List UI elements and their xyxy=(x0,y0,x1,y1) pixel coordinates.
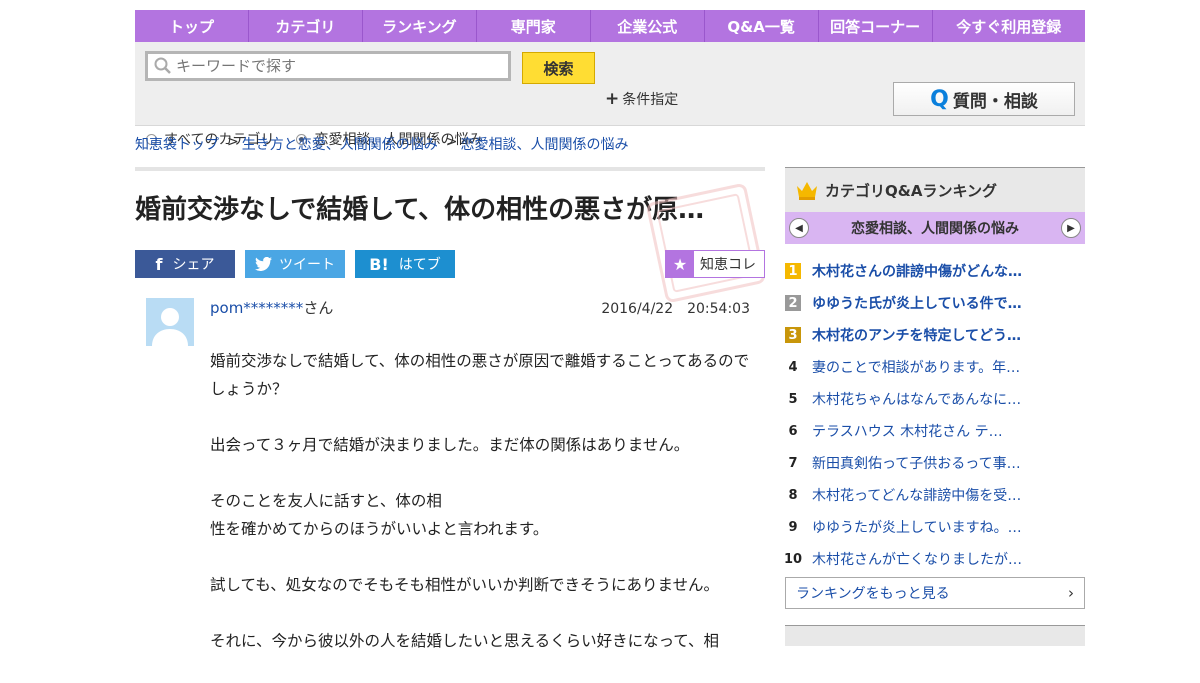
breadcrumb-current[interactable]: 恋愛相談、人間関係の悩み xyxy=(460,134,628,154)
ranking-category: 恋愛相談、人間関係の悩み xyxy=(851,221,1019,237)
facebook-share-label: シェア xyxy=(172,257,215,273)
rank-number: 10 xyxy=(783,551,803,567)
facebook-share-button[interactable]: f シェア xyxy=(135,250,235,278)
question-paragraph: 試しても、処女なのでそもそも相性がいいか判断できそうにありません。 xyxy=(210,576,720,594)
tweet-label: ツイート xyxy=(279,257,335,273)
rank-title: ゆゆうたが炎上していますね。… xyxy=(812,520,1022,536)
list-item[interactable]: 5 木村花ちゃんはなんであんなに… xyxy=(785,383,1085,415)
next-section-header xyxy=(785,625,1085,646)
search-input[interactable] xyxy=(172,56,498,76)
rank-number: 7 xyxy=(788,455,798,471)
star-icon: ★ xyxy=(666,251,694,277)
nav-experts[interactable]: 専門家 xyxy=(477,10,591,42)
question-paragraph: 婚前交渉なしで結婚して、体の相性の悪さが原因で離婚することってあるのでしょうか？ xyxy=(210,352,750,398)
divider xyxy=(135,167,765,171)
rank-number: 5 xyxy=(788,391,798,407)
breadcrumb-separator: > xyxy=(445,134,458,150)
rank-number: 6 xyxy=(788,423,798,439)
nav-answer-corner[interactable]: 回答コーナー xyxy=(819,10,933,42)
q-logo-icon: Q xyxy=(930,86,949,112)
share-bar: f シェア ツイート B! はてブ xyxy=(135,250,465,278)
tweet-button[interactable]: ツイート xyxy=(245,250,345,278)
collect-label: 知恵コレ xyxy=(700,257,756,273)
breadcrumb-parent[interactable]: 生き方と恋愛、人間関係の悩み xyxy=(242,134,438,154)
nav-top[interactable]: トップ xyxy=(135,10,249,42)
rank-number: 8 xyxy=(788,487,798,503)
rank-title: 木村花ちゃんはなんであんなに… xyxy=(812,392,1022,408)
conditions-label: 条件指定 xyxy=(622,92,679,108)
nav-ranking[interactable]: ランキング xyxy=(363,10,477,42)
hatena-label: はてブ xyxy=(398,257,441,273)
nav-official[interactable]: 企業公式 xyxy=(591,10,705,42)
breadcrumb-home[interactable]: 知恵袋トップ xyxy=(135,134,219,154)
question-main: 婚前交渉なしで結婚して、体の相性の悪さが原… f シェア ツイート B! はてブ… xyxy=(135,167,767,650)
author-suffix: さん xyxy=(303,299,334,317)
nav-qa-list[interactable]: Q&A一覧 xyxy=(705,10,819,42)
conditions-toggle[interactable]: + 条件指定 xyxy=(605,89,678,109)
resolved-stamp-icon xyxy=(645,182,767,304)
rank-title: 木村花のアンチを特定してどう… xyxy=(812,328,1022,344)
prev-category-button[interactable]: ◀ xyxy=(789,218,809,238)
question-paragraph: 出会って３ヶ月で結婚が決まりました。まだ体の関係はありません。 xyxy=(210,436,690,454)
list-item[interactable]: 3 木村花のアンチを特定してどう… xyxy=(785,319,1085,351)
author-name[interactable]: pom******** xyxy=(210,299,303,317)
search-panel: 検索 + 条件指定 Q 質問・相談 すべてのカテゴリ 恋愛相談、人間関係の悩み xyxy=(135,42,1085,148)
rank-number: 4 xyxy=(788,359,798,375)
rank-number: 9 xyxy=(788,519,798,535)
list-item[interactable]: 7 新田真剣佑って子供おるって事… xyxy=(785,447,1085,479)
post-date: 2016/4/22 20:54:03 xyxy=(601,301,750,317)
rank-title: ゆゆうた氏が炎上している件で… xyxy=(812,296,1022,312)
question-author: pom********さん xyxy=(210,297,333,318)
nav-category[interactable]: カテゴリ xyxy=(249,10,363,42)
rank-number: 1 xyxy=(785,263,801,279)
facebook-icon: f xyxy=(155,254,163,274)
rank-number: 2 xyxy=(785,295,801,311)
question-paragraph: そのことを友人に話すと、体の相 性を確かめてからのほうがいいよと言われます。 xyxy=(210,492,549,538)
list-item[interactable]: 10 木村花さんが亡くなりましたが… xyxy=(783,543,1085,575)
chevron-right-icon: › xyxy=(1068,584,1074,602)
twitter-icon xyxy=(255,257,272,271)
list-item[interactable]: 1 木村花さんの誹謗中傷がどんな… xyxy=(785,255,1085,287)
ask-label: 質問・相談 xyxy=(952,91,1038,112)
rank-number: 3 xyxy=(785,327,801,343)
hatena-bookmark-button[interactable]: B! はてブ xyxy=(355,250,455,278)
ranking-header: カテゴリQ&Aランキング xyxy=(785,167,1085,212)
default-user-icon xyxy=(146,298,194,346)
list-item[interactable]: 9 ゆゆうたが炎上していますね。… xyxy=(785,511,1085,543)
rank-title: 妻のことで相談があります。年… xyxy=(812,360,1021,376)
breadcrumb-separator: > xyxy=(227,134,239,150)
plus-icon: + xyxy=(605,89,620,109)
avatar[interactable] xyxy=(146,298,194,346)
list-item[interactable]: 6 テラスハウス 木村花さん テ… xyxy=(785,415,1085,447)
ranking-sidebar: カテゴリQ&Aランキング ◀ 恋愛相談、人間関係の悩み ▶ 1 木村花さんの誹謗中… xyxy=(783,167,1085,646)
question-paragraph: それに、今から彼以外の人を結婚したいと思えるくらい好きになって、相 xyxy=(210,632,720,650)
more-ranking-link[interactable]: ランキングをもっと見る › xyxy=(785,577,1085,609)
search-icon xyxy=(154,57,171,74)
rank-title: 木村花さんの誹謗中傷がどんな… xyxy=(812,264,1022,280)
rank-title: 新田真剣佑って子供おるって事… xyxy=(812,456,1021,472)
chie-collection-button[interactable]: ★ 知恵コレ xyxy=(665,250,765,278)
rank-title: 木村花ってどんな誹謗中傷を受… xyxy=(812,488,1022,504)
search-button[interactable]: 検索 xyxy=(522,52,595,84)
next-category-button[interactable]: ▶ xyxy=(1061,218,1081,238)
search-field[interactable] xyxy=(145,51,511,81)
rank-title: テラスハウス 木村花さん テ… xyxy=(812,424,1003,440)
question-body: 婚前交渉なしで結婚して、体の相性の悪さが原因で離婚することってあるのでしょうか？… xyxy=(210,347,750,683)
list-item[interactable]: 2 ゆゆうた氏が炎上している件で… xyxy=(785,287,1085,319)
list-item[interactable]: 8 木村花ってどんな誹謗中傷を受… xyxy=(785,479,1085,511)
breadcrumb: 知恵袋トップ > 生き方と恋愛、人間関係の悩み > 恋愛相談、人間関係の悩み xyxy=(135,134,628,154)
ranking-category-switcher: ◀ 恋愛相談、人間関係の悩み ▶ xyxy=(785,212,1085,244)
global-nav: トップ カテゴリ ランキング 専門家 企業公式 Q&A一覧 回答コーナー 今すぐ… xyxy=(135,10,1085,42)
hatena-icon: B! xyxy=(369,254,389,274)
rank-title: 木村花さんが亡くなりましたが… xyxy=(812,552,1022,568)
list-item[interactable]: 4 妻のことで相談があります。年… xyxy=(785,351,1085,383)
ask-question-button[interactable]: Q 質問・相談 xyxy=(893,82,1075,116)
ranking-title: カテゴリQ&Aランキング xyxy=(825,181,997,200)
crown-icon xyxy=(797,182,817,200)
nav-register[interactable]: 今すぐ利用登録 xyxy=(933,10,1085,42)
more-ranking-label: ランキングをもっと見る xyxy=(796,586,950,602)
ranking-list: 1 木村花さんの誹謗中傷がどんな… 2 ゆゆうた氏が炎上している件で… 3 木村花のアンチ… xyxy=(783,255,1085,575)
